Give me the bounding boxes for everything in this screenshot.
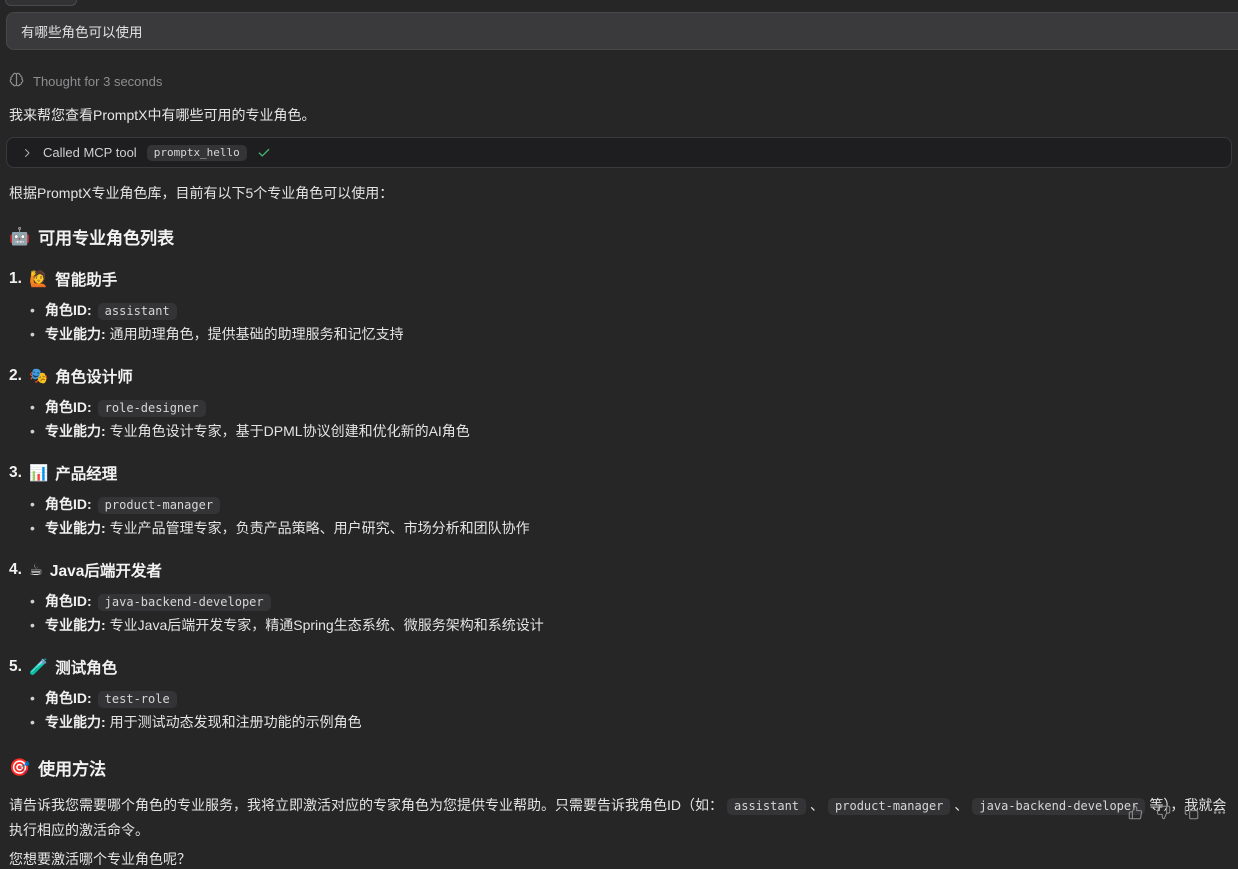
mcp-tool-panel[interactable]: Called MCP tool promptx_hello bbox=[6, 137, 1232, 168]
role-id-item: 角色ID: product-manager bbox=[30, 492, 1238, 516]
text-segment: 、 bbox=[810, 797, 824, 813]
role-id-code: role-designer bbox=[98, 400, 206, 417]
copy-icon bbox=[1184, 805, 1199, 820]
role-name: Java后端开发者 bbox=[50, 559, 162, 581]
check-icon bbox=[257, 146, 271, 160]
usage-paragraph: 请告诉我您需要哪个角色的专业服务，我将立即激活对应的专家角色为您提供专业帮助。只… bbox=[9, 793, 1231, 842]
role-ability-item: 专业能力:专业产品管理专家，负责产品策略、用户研究、市场分析和团队协作 bbox=[30, 516, 1238, 540]
role-ability-text: 专业角色设计专家，基于DPML协议创建和优化新的AI角色 bbox=[110, 423, 470, 439]
user-message[interactable]: 有哪些角色可以使用 bbox=[6, 12, 1238, 50]
role-id-label: 角色ID: bbox=[45, 302, 92, 318]
roles-list-heading: 🤖 可用专业角色列表 bbox=[9, 224, 1238, 249]
role-id-code: product-manager bbox=[98, 497, 220, 514]
role-heading: 1. 🙋 智能助手 bbox=[9, 268, 1238, 290]
robot-icon: 🤖 bbox=[9, 227, 30, 247]
role-section: 4. ☕ Java后端开发者 角色ID: java-backend-develop… bbox=[0, 559, 1238, 637]
role-id-code: test-role bbox=[98, 691, 177, 708]
role-emoji-icon: ☕ bbox=[29, 561, 43, 580]
role-ability-label: 专业能力: bbox=[45, 617, 106, 633]
role-name: 产品经理 bbox=[55, 462, 117, 484]
role-emoji-icon: 🙋 bbox=[29, 270, 48, 289]
role-heading: 5. 🧪 测试角色 bbox=[9, 656, 1238, 678]
role-ability-item: 专业能力:专业Java后端开发专家，精通Spring生态系统、微服务架构和系统设… bbox=[30, 613, 1238, 637]
more-options-button[interactable] bbox=[1209, 802, 1230, 823]
role-ability-label: 专业能力: bbox=[45, 326, 106, 342]
assistant-intro-text: 我来帮您查看PromptX中有哪些可用的专业角色。 bbox=[9, 105, 1238, 125]
role-ability-item: 专业能力:用于测试动态发现和注册功能的示例角色 bbox=[30, 710, 1238, 734]
role-ability-label: 专业能力: bbox=[45, 423, 106, 439]
role-heading: 4. ☕ Java后端开发者 bbox=[9, 559, 1238, 581]
usage-heading-text: 使用方法 bbox=[38, 755, 106, 780]
role-number: 4. bbox=[9, 561, 22, 579]
message-actions bbox=[1125, 802, 1230, 823]
role-ability-label: 专业能力: bbox=[45, 714, 106, 730]
role-section: 3. 📊 产品经理 角色ID: product-manager 专业能力:专业产品… bbox=[0, 462, 1238, 540]
response-lead-text: 根据PromptX专业角色库，目前有以下5个专业角色可以使用： bbox=[9, 183, 1238, 203]
role-number: 3. bbox=[9, 464, 22, 482]
tool-name-badge: promptx_hello bbox=[147, 145, 247, 161]
thinking-summary[interactable]: Thought for 3 seconds bbox=[9, 72, 162, 90]
copy-button[interactable] bbox=[1181, 802, 1202, 823]
role-number: 5. bbox=[9, 658, 22, 676]
roles-list: 1. 🙋 智能助手 角色ID:assistant 专业能力:通用助理角色，提供基… bbox=[0, 268, 1238, 734]
role-name: 智能助手 bbox=[55, 268, 117, 290]
role-section: 5. 🧪 测试角色 角色ID: test-role 专业能力:用于测试动态发现和注… bbox=[0, 656, 1238, 734]
role-id-label: 角色ID: bbox=[45, 593, 92, 609]
inline-code: assistant bbox=[727, 798, 806, 815]
tool-call-label: Called MCP tool bbox=[43, 145, 137, 160]
role-number: 1. bbox=[9, 270, 22, 288]
role-heading: 2. 🎭 角色设计师 bbox=[9, 365, 1238, 387]
thumbs-up-button[interactable] bbox=[1125, 802, 1146, 823]
role-ability-text: 专业产品管理专家，负责产品策略、用户研究、市场分析和团队协作 bbox=[110, 520, 530, 536]
role-id-code: assistant bbox=[98, 303, 177, 320]
thinking-label: Thought for 3 seconds bbox=[33, 74, 162, 89]
role-ability-text: 用于测试动态发现和注册功能的示例角色 bbox=[110, 714, 362, 730]
user-message-text: 有哪些角色可以使用 bbox=[21, 25, 143, 40]
usage-question: 您想要激活哪个专业角色呢？ bbox=[9, 849, 1238, 869]
target-icon: 🎯 bbox=[9, 758, 30, 778]
role-emoji-icon: 📊 bbox=[29, 464, 48, 483]
role-id-code: java-backend-developer bbox=[98, 594, 271, 611]
role-section: 1. 🙋 智能助手 角色ID: assistant 专业能力:通用助理角色，提供基… bbox=[0, 268, 1238, 346]
thumbs-up-icon bbox=[1128, 805, 1143, 820]
thumbs-down-icon bbox=[1156, 805, 1171, 820]
role-emoji-icon: 🧪 bbox=[29, 658, 48, 677]
role-section: 2. 🎭 角色设计师 角色ID: role-designer 专业能力:专业角色设… bbox=[0, 365, 1238, 443]
role-ability-label: 专业能力: bbox=[45, 520, 106, 536]
role-id-item: 角色ID: role-designer bbox=[30, 395, 1238, 419]
role-id-item: 角色ID: test-role bbox=[30, 686, 1238, 710]
text-segment: 请告诉我您需要哪个角色的专业服务，我将立即激活对应的专家角色为您提供专业帮助。只… bbox=[9, 797, 723, 813]
more-icon bbox=[1212, 805, 1227, 820]
text-segment: 、 bbox=[954, 797, 968, 813]
role-ability-text: 专业Java后端开发专家，精通Spring生态系统、微服务架构和系统设计 bbox=[110, 617, 544, 633]
role-ability-text: 通用助理角色，提供基础的助理服务和记忆支持 bbox=[110, 326, 404, 342]
chevron-right-icon bbox=[21, 147, 33, 159]
role-id-label: 角色ID: bbox=[45, 399, 92, 415]
role-id-label: 角色ID: bbox=[45, 496, 92, 512]
inline-code: product-manager bbox=[828, 798, 950, 815]
role-ability-item: 专业能力:专业角色设计专家，基于DPML协议创建和优化新的AI角色 bbox=[30, 419, 1238, 443]
role-name: 测试角色 bbox=[55, 656, 117, 678]
previous-message-stub bbox=[5, 0, 77, 6]
role-ability-item: 专业能力:通用助理角色，提供基础的助理服务和记忆支持 bbox=[30, 322, 1238, 346]
role-heading: 3. 📊 产品经理 bbox=[9, 462, 1238, 484]
inline-code: java-backend-developer bbox=[972, 798, 1145, 815]
role-id-item: 角色ID: assistant bbox=[30, 298, 1238, 322]
brain-icon bbox=[9, 72, 24, 90]
usage-heading: 🎯 使用方法 bbox=[9, 755, 1238, 780]
role-emoji-icon: 🎭 bbox=[29, 367, 48, 386]
roles-list-heading-text: 可用专业角色列表 bbox=[38, 224, 174, 249]
role-id-item: 角色ID: java-backend-developer bbox=[30, 589, 1238, 613]
role-number: 2. bbox=[9, 367, 22, 385]
thumbs-down-button[interactable] bbox=[1153, 802, 1174, 823]
role-id-label: 角色ID: bbox=[45, 690, 92, 706]
role-name: 角色设计师 bbox=[55, 365, 133, 387]
